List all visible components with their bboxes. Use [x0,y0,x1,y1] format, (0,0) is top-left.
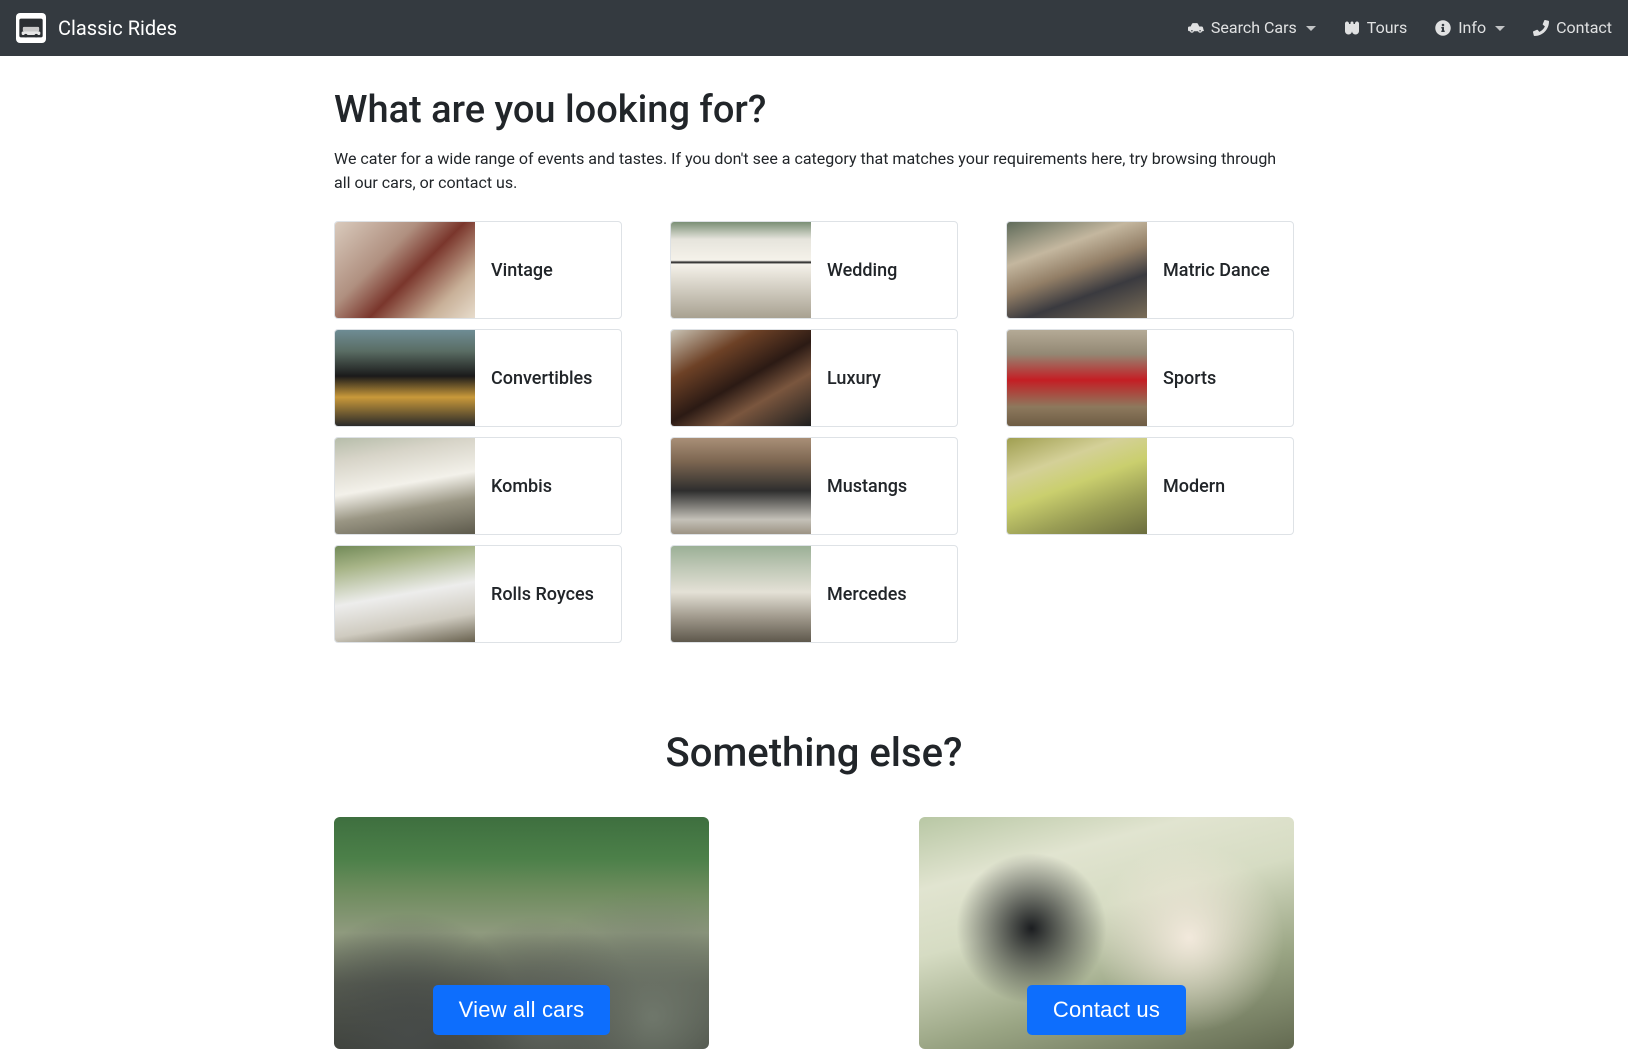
category-card-kombis[interactable]: Kombis [334,437,622,535]
category-thumb [1007,438,1147,534]
category-card-luxury[interactable]: Luxury [670,329,958,427]
category-card-wedding[interactable]: Wedding [670,221,958,319]
nav-tours[interactable]: Tours [1344,16,1407,40]
phone-icon [1533,20,1549,36]
view-all-cars-button[interactable]: View all cars [433,985,611,1035]
nav-search-cars[interactable]: Search Cars [1188,16,1316,40]
category-card-rolls-royces[interactable]: Rolls Royces [334,545,622,643]
category-label: Sports [1147,365,1232,392]
nav-tours-label: Tours [1367,16,1407,40]
category-grid: Vintage Wedding Matric Dance Convertibles Lu… [334,221,1294,643]
chevron-down-icon [1306,26,1316,31]
category-thumb [1007,222,1147,318]
contact-us-button[interactable]: Contact us [1027,985,1186,1035]
car-side-icon [1188,20,1204,36]
category-label: Vintage [475,257,569,284]
category-thumb [671,546,811,642]
something-else-row: View all cars Contact us [334,817,1294,1049]
section-subtitle: We cater for a wide range of events and … [334,147,1294,195]
category-label: Matric Dance [1147,257,1286,284]
category-card-convertibles[interactable]: Convertibles [334,329,622,427]
category-thumb [335,330,475,426]
category-thumb [335,438,475,534]
view-all-cars-card[interactable]: View all cars [334,817,709,1049]
category-thumb [335,222,475,318]
category-label: Mercedes [811,581,923,608]
category-label: Mustangs [811,473,923,500]
brand-logo-icon [16,13,46,43]
main-container: What are you looking for? We cater for a… [174,82,1454,1049]
category-card-matric-dance[interactable]: Matric Dance [1006,221,1294,319]
navbar: Classic Rides Search Cars Tours Info Con… [0,0,1628,56]
brand-name: Classic Rides [58,13,177,43]
chevron-down-icon [1495,26,1505,31]
nav-info[interactable]: Info [1435,16,1505,40]
category-thumb [1007,330,1147,426]
contact-us-card[interactable]: Contact us [919,817,1294,1049]
nav-info-label: Info [1458,16,1486,40]
binoculars-icon [1344,20,1360,36]
info-circle-icon [1435,20,1451,36]
category-label: Kombis [475,473,568,500]
something-else-title: Something else? [334,723,1294,783]
category-thumb [335,546,475,642]
category-card-modern[interactable]: Modern [1006,437,1294,535]
nav-contact[interactable]: Contact [1533,16,1612,40]
category-card-mustangs[interactable]: Mustangs [670,437,958,535]
section-title: What are you looking for? [334,82,1294,139]
category-label: Convertibles [475,365,608,392]
category-label: Wedding [811,257,913,284]
nav-contact-label: Contact [1556,16,1612,40]
category-card-sports[interactable]: Sports [1006,329,1294,427]
category-thumb [671,222,811,318]
nav-right: Search Cars Tours Info Contact [1188,16,1612,40]
brand-link[interactable]: Classic Rides [16,13,177,43]
nav-search-cars-label: Search Cars [1211,16,1297,40]
category-thumb [671,330,811,426]
category-label: Rolls Royces [475,581,610,608]
category-label: Modern [1147,473,1241,500]
category-card-mercedes[interactable]: Mercedes [670,545,958,643]
category-card-vintage[interactable]: Vintage [334,221,622,319]
category-label: Luxury [811,365,897,392]
category-thumb [671,438,811,534]
